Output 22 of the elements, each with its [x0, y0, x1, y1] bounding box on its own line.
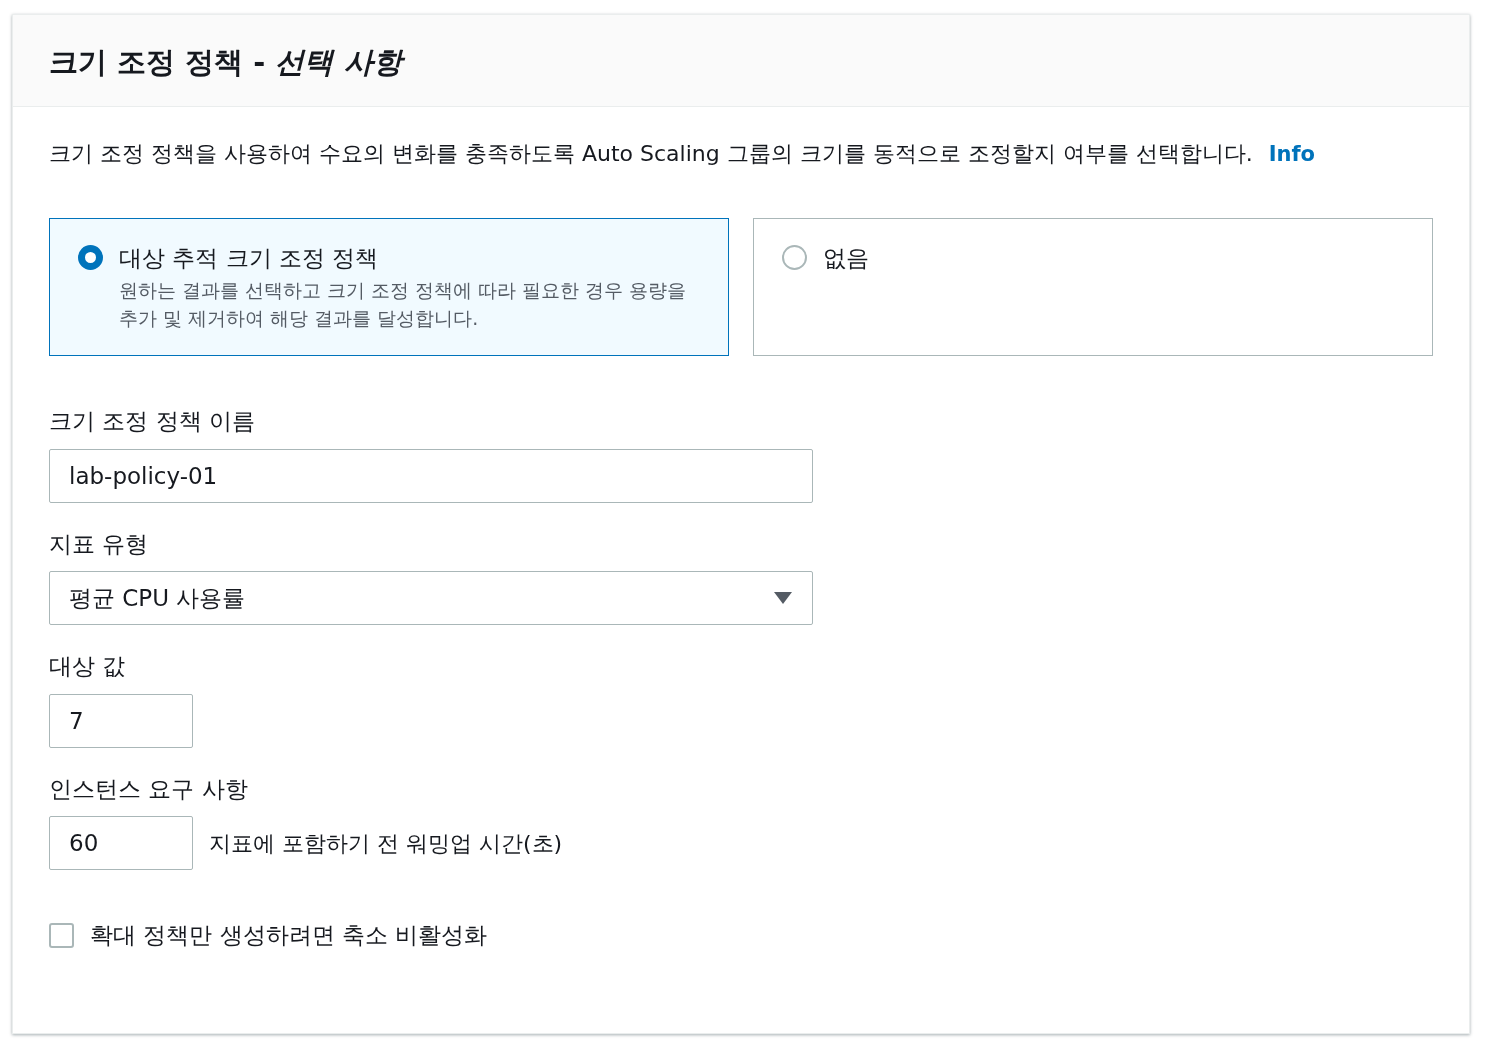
radio-button[interactable] [782, 245, 807, 271]
option-label: 없음 [823, 244, 869, 274]
radio-tile[interactable]: 대상 추적 크기 조정 정책 원하는 결과를 선택하고 크기 조정 정책에 따라 필요한 경우 용량을 추가 및 제거하여 해당 결과를 달성합니다. [49, 218, 729, 357]
field-label: 인스턴스 요구 사항 [49, 774, 249, 804]
field-label: 크기 조정 정책 이름 [49, 407, 256, 437]
field-hint: 지표에 포함하기 전 워밍업 시간(초) [209, 829, 563, 858]
panel-title: 크기 조정 정책 - 선택 사항 [49, 45, 1433, 80]
option-label: 대상 추적 크기 조정 정책 [119, 244, 380, 274]
dropdown-select[interactable]: 평균 CPU 사용률 [49, 571, 813, 626]
checkbox[interactable] [49, 923, 74, 949]
option-description: 원하는 결과를 선택하고 크기 조정 정책에 따라 필요한 경우 용량을 추가 및 제거하여 해당 결과를 달성합니다. [119, 277, 688, 332]
description-text: 크기 조정 정책을 사용하여 수요의 변화를 충족하도록 Auto Scaling 그룹의 크기를 동적으로 조정할지 여부를 선택합니다. [49, 139, 1253, 168]
info-link[interactable]: Info [1268, 138, 1315, 171]
radio-button[interactable] [78, 245, 103, 271]
field-label: 지표 유형 [49, 529, 150, 559]
radio-tile[interactable]: 없음 [753, 218, 1433, 357]
caret-icon [773, 591, 793, 606]
input-field[interactable]: lab-policy-01 [49, 448, 813, 503]
checkbox-label: 확대 정책만 생성하려면 축소 비활성화 [90, 921, 488, 951]
input-field[interactable]: 60 [49, 816, 193, 871]
field-label: 대상 값 [49, 652, 127, 682]
input-field[interactable]: 7 [49, 693, 193, 748]
